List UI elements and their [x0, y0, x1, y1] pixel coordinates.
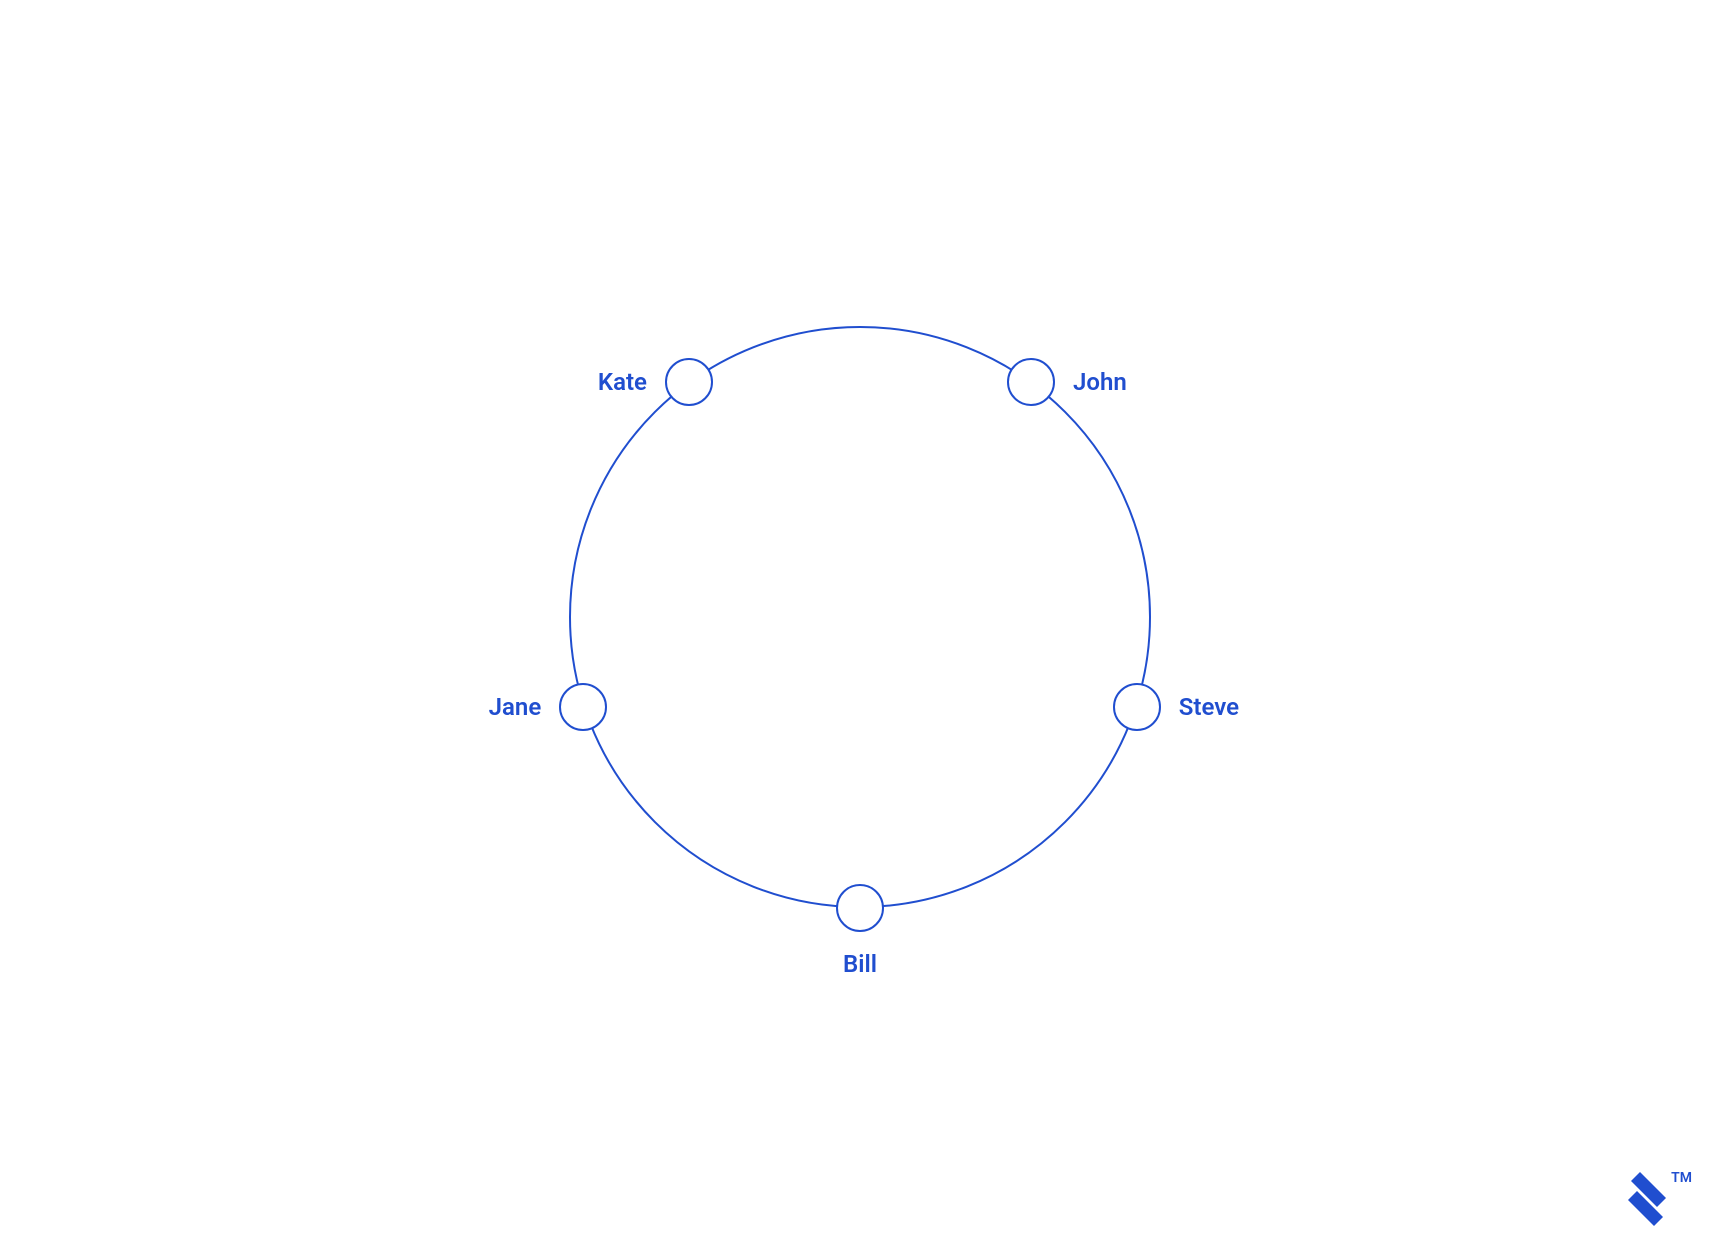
- ring-diagram: KateJohnSteveBillJane: [560, 317, 1160, 917]
- node-steve: [1113, 683, 1161, 731]
- toptal-logo-icon: [1625, 1172, 1669, 1230]
- label-john: John: [1073, 368, 1127, 396]
- ring-outline: [569, 326, 1151, 908]
- node-john: [1007, 358, 1055, 406]
- label-bill: Bill: [843, 950, 877, 978]
- label-steve: Steve: [1179, 693, 1239, 721]
- node-kate: [665, 358, 713, 406]
- brand-logo-container: TM: [1625, 1172, 1692, 1230]
- node-bill: [836, 884, 884, 932]
- label-kate: Kate: [598, 368, 647, 396]
- node-jane: [559, 683, 607, 731]
- label-jane: Jane: [489, 693, 542, 721]
- trademark-text: TM: [1671, 1170, 1692, 1186]
